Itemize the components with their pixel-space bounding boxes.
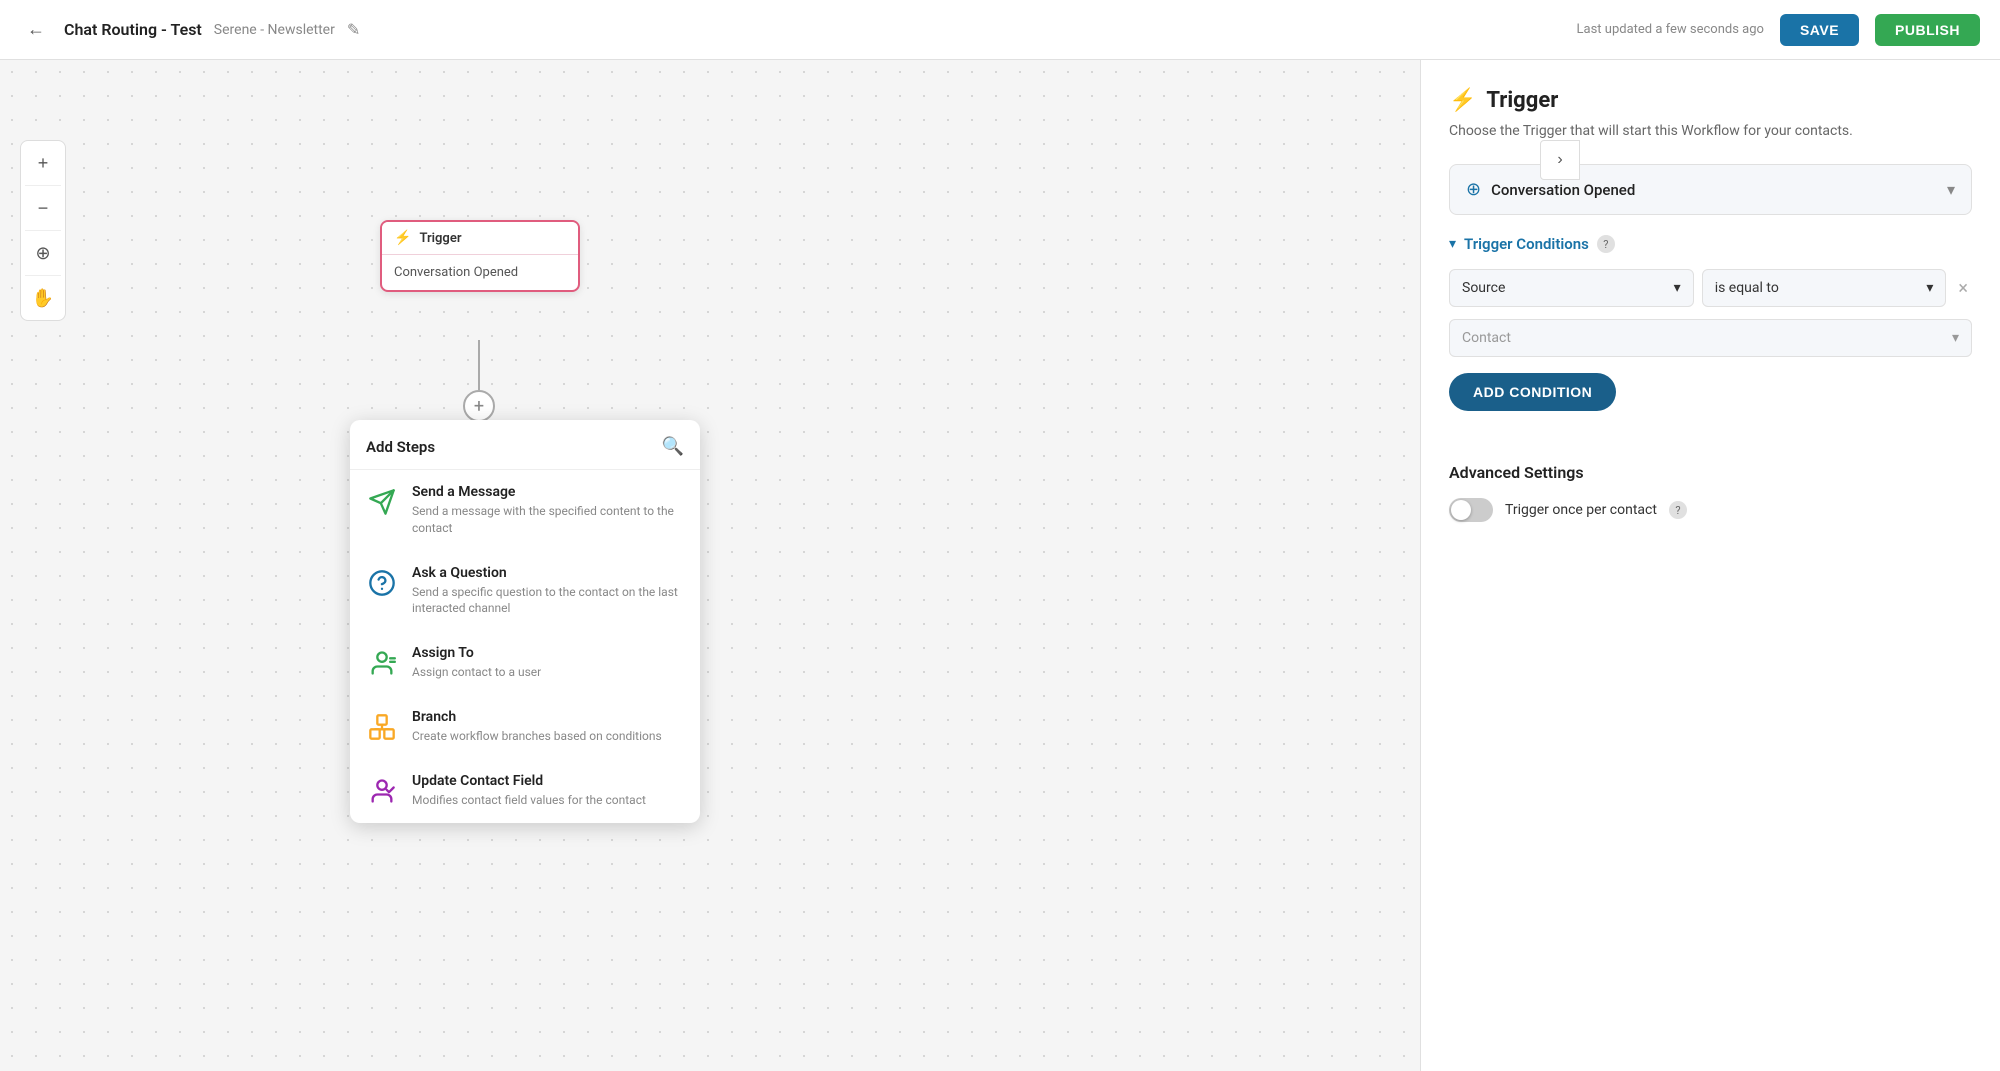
assign-to-icon xyxy=(366,647,398,679)
branch-content: Branch Create workflow branches based on… xyxy=(412,709,684,745)
list-item[interactable]: Send a Message Send a message with the s… xyxy=(350,470,700,551)
list-item[interactable]: Assign To Assign contact to a user xyxy=(350,631,700,695)
conditions-chevron-icon[interactable]: ▾ xyxy=(1449,236,1456,252)
trigger-dropdown-left: ⊕ Conversation Opened xyxy=(1466,179,1635,200)
conditions-header: ▾ Trigger Conditions ? xyxy=(1449,235,1972,253)
assign-to-content: Assign To Assign contact to a user xyxy=(412,645,684,681)
trigger-conditions-label: Trigger Conditions xyxy=(1464,235,1589,253)
ask-question-desc: Send a specific question to the contact … xyxy=(412,584,684,618)
update-contact-desc: Modifies contact field values for the co… xyxy=(412,792,684,809)
right-panel: ⚡ Trigger Choose the Trigger that will s… xyxy=(1420,60,2000,1071)
page-title: Chat Routing - Test xyxy=(64,20,202,39)
list-item[interactable]: Ask a Question Send a specific question … xyxy=(350,551,700,632)
assign-to-desc: Assign contact to a user xyxy=(412,664,684,681)
ask-question-content: Ask a Question Send a specific question … xyxy=(412,565,684,618)
trigger-dropdown-icon: ⊕ xyxy=(1466,179,1481,200)
center-button[interactable]: ⊕ xyxy=(25,235,61,271)
source-condition-row: Source ▾ is equal to ▾ × xyxy=(1449,269,1972,307)
panel-description: Choose the Trigger that will start this … xyxy=(1449,121,1972,142)
send-message-title: Send a Message xyxy=(412,484,684,500)
trigger-type-dropdown[interactable]: ⊕ Conversation Opened ▾ xyxy=(1449,164,1972,215)
assign-to-title: Assign To xyxy=(412,645,684,661)
back-button[interactable]: ← xyxy=(20,14,52,46)
connector-line xyxy=(478,340,480,390)
ask-question-icon xyxy=(366,567,398,599)
list-item[interactable]: Update Contact Field Modifies contact fi… xyxy=(350,759,700,823)
contact-select[interactable]: Contact ▾ xyxy=(1449,319,1972,357)
source-chevron-icon: ▾ xyxy=(1674,280,1681,296)
header-left: ← Chat Routing - Test Serene - Newslette… xyxy=(20,14,360,46)
edit-icon[interactable]: ✎ xyxy=(347,20,360,39)
add-step-button[interactable]: + xyxy=(463,390,495,422)
equals-chevron-icon: ▾ xyxy=(1926,280,1933,296)
panel-title-row: ⚡ Trigger xyxy=(1449,88,1972,113)
toggle-row: Trigger once per contact ? xyxy=(1449,498,1972,522)
workspace-subtitle: Serene - Newsletter xyxy=(214,22,335,38)
contact-placeholder: Contact xyxy=(1462,330,1511,346)
toggle-knob xyxy=(1451,500,1471,520)
branch-desc: Create workflow branches based on condit… xyxy=(412,728,684,745)
controls-divider-2 xyxy=(25,230,61,231)
chevron-down-icon: ▾ xyxy=(1947,180,1955,199)
controls-divider-3 xyxy=(25,275,61,276)
toggle-label: Trigger once per contact xyxy=(1505,502,1657,518)
trigger-node-header: ⚡ Trigger xyxy=(382,222,578,255)
header-right: Last updated a few seconds ago SAVE PUBL… xyxy=(1577,14,1980,46)
branch-title: Branch xyxy=(412,709,684,725)
save-button[interactable]: SAVE xyxy=(1780,14,1859,46)
search-button[interactable]: 🔍 xyxy=(662,436,684,457)
panel-title: Trigger xyxy=(1486,88,1558,113)
publish-button[interactable]: PUBLISH xyxy=(1875,14,1980,46)
send-message-icon xyxy=(366,486,398,518)
equals-label: is equal to xyxy=(1715,280,1779,296)
update-contact-title: Update Contact Field xyxy=(412,773,684,789)
zoom-in-button[interactable]: + xyxy=(25,145,61,181)
hand-tool-button[interactable]: ✋ xyxy=(25,280,61,316)
source-select[interactable]: Source ▾ xyxy=(1449,269,1694,307)
send-message-desc: Send a message with the specified conten… xyxy=(412,503,684,537)
header: ← Chat Routing - Test Serene - Newslette… xyxy=(0,0,2000,60)
add-steps-panel: Add Steps 🔍 Send a Message Send a messag… xyxy=(350,420,700,823)
branch-icon xyxy=(366,711,398,743)
collapse-panel-button[interactable]: › xyxy=(1540,140,1580,180)
workflow-canvas: + − ⊕ ✋ › ⚡ Trigger Conversation Opened … xyxy=(0,60,1580,1071)
add-steps-header: Add Steps 🔍 xyxy=(350,420,700,470)
conditions-help-icon[interactable]: ? xyxy=(1597,235,1615,253)
update-contact-icon xyxy=(366,775,398,807)
zoom-out-button[interactable]: − xyxy=(25,190,61,226)
add-condition-button[interactable]: ADD CONDITION xyxy=(1449,373,1616,411)
remove-condition-button[interactable]: × xyxy=(1954,274,1972,303)
controls-divider xyxy=(25,185,61,186)
toggle-help-icon[interactable]: ? xyxy=(1669,501,1687,519)
panel-lightning-icon: ⚡ xyxy=(1449,88,1476,113)
add-steps-title: Add Steps xyxy=(366,438,435,456)
ask-question-title: Ask a Question xyxy=(412,565,684,581)
trigger-node-title: Trigger xyxy=(419,231,461,246)
update-contact-content: Update Contact Field Modifies contact fi… xyxy=(412,773,684,809)
contact-chevron-icon: ▾ xyxy=(1952,330,1959,346)
source-label: Source xyxy=(1462,280,1505,296)
last-updated-text: Last updated a few seconds ago xyxy=(1577,22,1764,37)
equals-select[interactable]: is equal to ▾ xyxy=(1702,269,1947,307)
canvas-controls: + − ⊕ ✋ xyxy=(20,140,66,321)
trigger-lightning-icon: ⚡ xyxy=(394,230,411,246)
trigger-node[interactable]: ⚡ Trigger Conversation Opened xyxy=(380,220,580,292)
advanced-settings: Advanced Settings Trigger once per conta… xyxy=(1449,463,1972,522)
trigger-once-toggle[interactable] xyxy=(1449,498,1493,522)
trigger-dropdown-label: Conversation Opened xyxy=(1491,181,1635,199)
send-message-content: Send a Message Send a message with the s… xyxy=(412,484,684,537)
list-item[interactable]: Branch Create workflow branches based on… xyxy=(350,695,700,759)
trigger-node-body: Conversation Opened xyxy=(382,255,578,290)
advanced-settings-title: Advanced Settings xyxy=(1449,463,1972,482)
